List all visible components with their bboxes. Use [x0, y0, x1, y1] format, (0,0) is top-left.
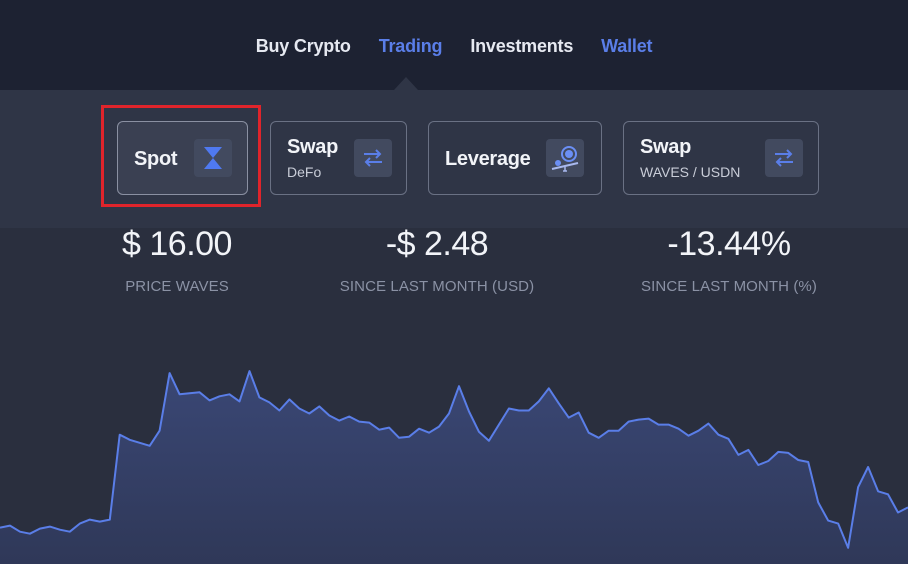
- card-title: Leverage: [445, 148, 531, 170]
- nav-investments[interactable]: Investments: [470, 32, 573, 62]
- swap-defo-card[interactable]: Swap DeFo: [270, 121, 407, 195]
- card-subtitle: DeFo: [287, 164, 322, 180]
- swap-arrows-icon: [354, 139, 392, 177]
- swap-waves-usdn-card[interactable]: Swap WAVES / USDN: [623, 121, 819, 195]
- price-area-chart: [0, 370, 908, 564]
- selection-highlight-box: [101, 105, 261, 207]
- card-subtitle: WAVES / USDN: [640, 164, 741, 180]
- active-tab-pointer: [394, 77, 418, 90]
- stat-label: SINCE LAST MONTH (%): [641, 278, 817, 295]
- card-title: Swap: [640, 136, 692, 158]
- trading-page: Buy Crypto Trading Investments Wallet Sp…: [0, 0, 908, 564]
- stat-change-usd: -$ 2.48 SINCE LAST MONTH (USD): [312, 224, 562, 295]
- leverage-icon: [546, 139, 584, 177]
- card-title: Swap: [287, 136, 339, 158]
- stat-value: $ 16.00: [122, 225, 232, 263]
- stat-label: SINCE LAST MONTH (USD): [339, 278, 535, 295]
- nav-wallet[interactable]: Wallet: [601, 32, 652, 62]
- nav-trading[interactable]: Trading: [379, 32, 443, 62]
- stat-change-percent: -13.44% SINCE LAST MONTH (%): [618, 224, 840, 295]
- stat-value: -13.44%: [667, 225, 791, 263]
- stat-price: $ 16.00 PRICE WAVES: [96, 224, 258, 295]
- leverage-card[interactable]: Leverage: [428, 121, 602, 195]
- stat-value: -$ 2.48: [385, 225, 489, 263]
- nav-buy-crypto[interactable]: Buy Crypto: [256, 32, 351, 62]
- stat-label: PRICE WAVES: [125, 278, 229, 295]
- swap-arrows-icon: [765, 139, 803, 177]
- main-nav: Buy Crypto Trading Investments Wallet: [0, 32, 908, 62]
